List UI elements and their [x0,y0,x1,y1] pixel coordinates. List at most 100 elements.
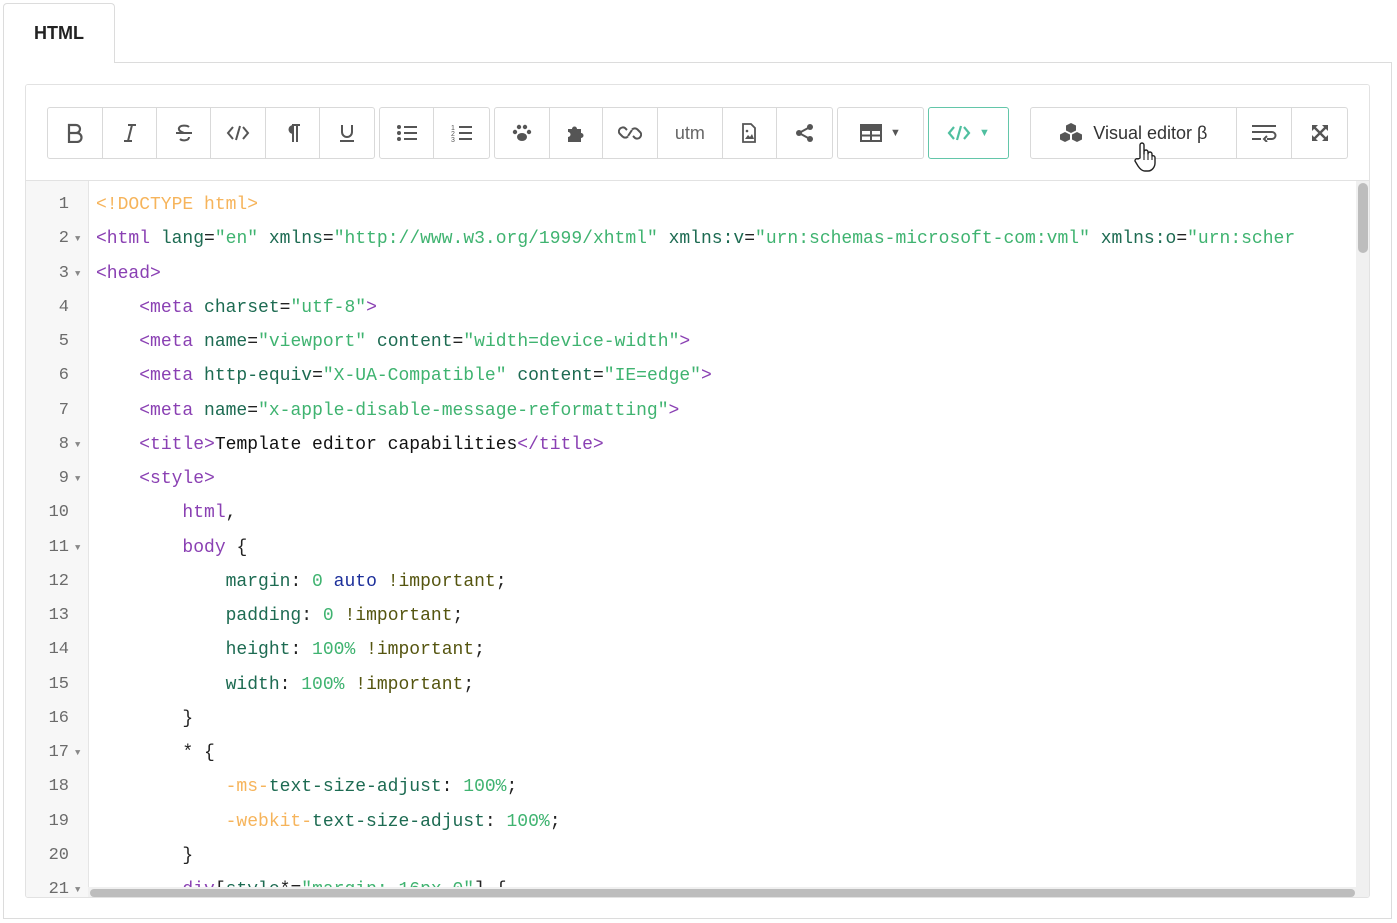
bullet-list-button[interactable] [380,108,435,158]
line-number: 12 [48,571,69,591]
line-number: 2 [58,229,69,249]
line-wrap-button[interactable] [1237,108,1293,158]
code-line: 18 -ms-text-size-adjust: 100%; [26,770,1369,804]
line-number: 21 [48,880,69,898]
fold-arrow-icon[interactable]: ▼ [75,873,80,897]
line-number: 9 [58,469,69,488]
code-line: 11 ▼ body { [26,531,1369,565]
code-area[interactable]: 1 <!DOCTYPE html> 2 ▼ <html lang="en" xmlns=… [26,181,1369,898]
code-text: <meta name="x-apple-disable-message-refo… [139,400,680,421]
cubes-icon [1059,122,1083,144]
share-icon [795,123,815,143]
bold-icon [66,123,84,143]
line-number: 4 [58,297,69,317]
code-line: 5 <meta name="viewport" content="width=d… [26,325,1369,359]
line-number: 10 [48,503,69,523]
puzzle-icon [565,122,587,144]
code-text: body { [182,537,248,558]
code-text: <style> [139,469,215,489]
horizontal-scrollbar[interactable] [88,887,1356,897]
line-number: 14 [48,640,69,660]
code-text: <title>Template editor capabilities</tit… [139,434,604,455]
code-text: -ms-text-size-adjust: 100%; [225,777,518,798]
insert-module-button[interactable] [550,108,604,158]
line-number: 7 [58,400,69,420]
vertical-scroll-thumb[interactable] [1358,183,1368,253]
fold-arrow-icon[interactable]: ▼ [75,462,80,496]
line-number: 11 [48,537,69,557]
list-group: 123 [379,107,490,159]
italic-button[interactable] [103,108,158,158]
fold-arrow-icon[interactable]: ▼ [75,257,80,291]
paragraph-icon [285,123,301,143]
inline-code-button[interactable] [211,108,266,158]
line-number: 6 [58,366,69,386]
insert-table-button[interactable]: ▼ [838,108,923,158]
code-line: 1 <!DOCTYPE html> [26,188,1369,222]
insert-group: utm [494,107,833,159]
code-line: 20 } [26,839,1369,873]
code-line: 16 } [26,702,1369,736]
code-line: 13 padding: 0 !important; [26,599,1369,633]
code-editor: 123 utm ▼ ▼ Visual editor β 1 <!DOCTYPE … [25,84,1370,898]
line-number: 8 [58,434,69,454]
line-number: 20 [48,845,69,865]
code-text: <head> [96,263,161,284]
code-text: height: 100% !important; [225,640,485,661]
code-text: <meta http-equiv="X-UA-Compatible" conte… [139,366,712,387]
link-icon [618,123,643,143]
utm-button[interactable]: utm [658,108,723,158]
line-number: 17 [48,743,69,762]
code-line: 7 <meta name="x-apple-disable-message-re… [26,394,1369,428]
hand-pointer-icon [1133,141,1157,178]
line-number: 5 [58,332,69,351]
underline-button[interactable] [320,108,374,158]
table-icon [860,124,883,142]
code-mode-button[interactable]: ▼ [929,108,1008,158]
code-line: 15 width: 100% !important; [26,668,1369,702]
code-line: 12 margin: 0 auto !important; [26,565,1369,599]
wrap-icon [1251,124,1277,142]
numbered-list-button[interactable]: 123 [434,108,489,158]
numbered-list-icon: 123 [451,123,473,143]
line-number: 16 [48,708,69,728]
insert-link-button[interactable] [603,108,659,158]
code-text: } [96,708,194,729]
horizontal-scroll-thumb[interactable] [90,889,1355,897]
table-group: ▼ [837,107,924,159]
code-line: 17 ▼ * { [26,736,1369,770]
code-icon [947,124,971,142]
bold-button[interactable] [48,108,103,158]
fold-arrow-icon[interactable]: ▼ [75,428,80,462]
line-number: 15 [48,674,69,694]
code-line: 6 <meta http-equiv="X-UA-Compatible" con… [26,359,1369,393]
line-number: 19 [48,811,69,831]
line-number: 3 [58,263,69,283]
insert-image-button[interactable] [723,108,778,158]
editor-toolbar: 123 utm ▼ ▼ Visual editor β [26,85,1369,181]
code-line: 19 -webkit-text-size-adjust: 100%; [26,805,1369,839]
underline-icon [338,123,356,143]
code-text: } [96,845,194,866]
insert-paw-button[interactable] [495,108,550,158]
code-line: 9 ▼ <style> [26,462,1369,496]
fold-arrow-icon[interactable]: ▼ [75,736,80,770]
code-text: margin: 0 auto !important; [225,571,507,592]
vertical-scrollbar[interactable] [1356,181,1369,897]
code-line: 14 height: 100% !important; [26,633,1369,667]
fullscreen-button[interactable] [1292,108,1347,158]
bullet-list-icon [396,124,418,142]
strikethrough-button[interactable] [157,108,212,158]
code-line: 10 html, [26,496,1369,530]
fold-arrow-icon[interactable]: ▼ [75,222,80,256]
chevron-down-icon: ▼ [979,127,990,139]
tab-html-label: HTML [34,23,84,43]
code-text: padding: 0 !important; [225,606,464,626]
paragraph-button[interactable] [266,108,321,158]
tab-html[interactable]: HTML [3,3,115,63]
fold-arrow-icon[interactable]: ▼ [75,531,80,565]
line-number: 13 [48,606,69,625]
image-file-icon [741,123,757,143]
share-button[interactable] [777,108,832,158]
line-number: 18 [48,777,69,797]
